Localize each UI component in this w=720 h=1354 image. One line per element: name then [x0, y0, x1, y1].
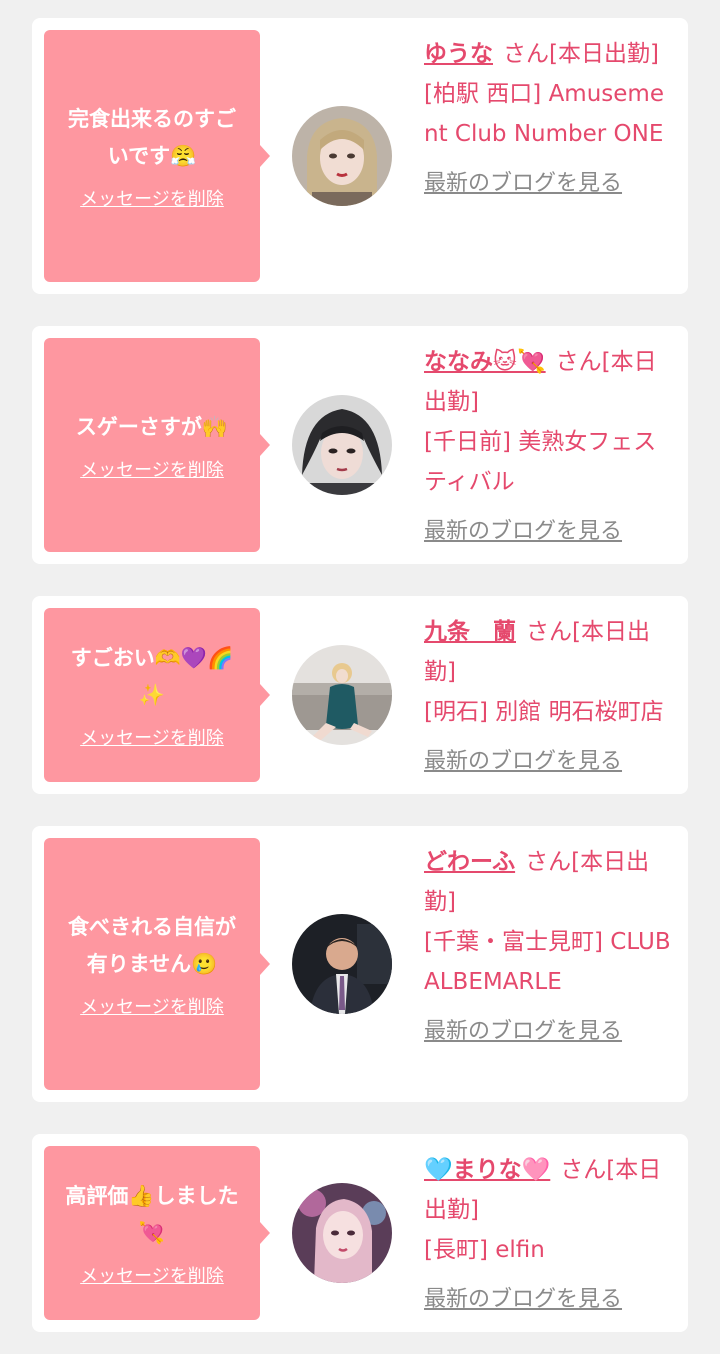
shop-name: [千葉・富士見町] CLUB ALBEMARLE [424, 929, 671, 995]
woman-dark-hair-photo-icon [292, 395, 392, 495]
shop-name: [千日前] 美熟女フェスティバル [424, 429, 657, 495]
delete-message-link[interactable]: メッセージを削除 [80, 993, 224, 1019]
sender-info: ゆうな さん[本日出勤] [柏駅 西口] Amusement Club Numbe… [424, 34, 676, 200]
message-card: スゲーさすが🙌 メッセージを削除 ななみ🐱💘 さん[本日出勤] [千日前] 美熟女… [32, 326, 688, 564]
man-suit-photo-icon [292, 914, 392, 1014]
message-bubble: 完食出来るのすごいです😤 メッセージを削除 [44, 30, 270, 282]
woman-sofa-photo-icon [292, 645, 392, 745]
delete-message-link[interactable]: メッセージを削除 [80, 724, 224, 750]
latest-blog-link[interactable]: 最新のブログを見る [424, 168, 622, 200]
sender-info: どわーふ さん[本日出勤] [千葉・富士見町] CLUB ALBEMARLE 最新… [424, 842, 676, 1048]
sender-name-link[interactable]: ななみ🐱💘 [424, 349, 546, 375]
message-text: 高評価👍しました💘 [65, 1184, 239, 1245]
delete-message-link[interactable]: メッセージを削除 [80, 185, 224, 211]
latest-blog-link[interactable]: 最新のブログを見る [424, 746, 622, 778]
shop-name: [明石] 別館 明石桜町店 [424, 699, 664, 725]
message-bubble: 食べきれる自信が有りません🥲 メッセージを削除 [44, 838, 270, 1090]
sender-name-link[interactable]: 九条 蘭 [424, 619, 516, 645]
sender-name-link[interactable]: どわーふ [424, 849, 515, 875]
sender-info: ななみ🐱💘 さん[本日出勤] [千日前] 美熟女フェスティバル 最新のブログを見る [424, 342, 676, 548]
sender-info: 九条 蘭さん[本日出勤] [明石] 別館 明石桜町店 最新のブログを見る [424, 612, 676, 778]
message-card: 完食出来るのすごいです😤 メッセージを削除 ゆうな さん[本日出勤] [柏駅 西口… [32, 18, 688, 294]
message-text: すごおい🫶💜🌈✨ [70, 646, 234, 707]
avatar[interactable] [292, 914, 392, 1014]
message-card: すごおい🫶💜🌈✨ メッセージを削除 九条 蘭さん[本日出勤] [明石] 別館 明… [32, 596, 688, 794]
message-text: 食べきれる自信が有りません🥲 [68, 915, 236, 976]
shop-name: [長町] elfin [424, 1237, 545, 1263]
message-bubble: すごおい🫶💜🌈✨ メッセージを削除 [44, 608, 270, 782]
latest-blog-link[interactable]: 最新のブログを見る [424, 1016, 622, 1048]
message-bubble: 高評価👍しました💘 メッセージを削除 [44, 1146, 270, 1320]
avatar[interactable] [292, 395, 392, 495]
avatar[interactable] [292, 645, 392, 745]
woman-pink-light-photo-icon [292, 1183, 392, 1283]
attendance-status: さん[本日出勤] [503, 41, 659, 67]
message-bubble: スゲーさすが🙌 メッセージを削除 [44, 338, 270, 552]
message-text: 完食出来るのすごいです😤 [68, 107, 236, 168]
sender-name-link[interactable]: ゆうな [424, 41, 493, 67]
message-text: スゲーさすが🙌 [75, 414, 229, 439]
shop-name: [柏駅 西口] Amusement Club Number ONE [424, 81, 664, 147]
avatar[interactable] [292, 1183, 392, 1283]
avatar[interactable] [292, 106, 392, 206]
sender-name-link[interactable]: 🩵まりな🩷 [424, 1157, 550, 1183]
delete-message-link[interactable]: メッセージを削除 [80, 456, 224, 482]
latest-blog-link[interactable]: 最新のブログを見る [424, 1284, 622, 1316]
latest-blog-link[interactable]: 最新のブログを見る [424, 516, 622, 548]
sender-info: 🩵まりな🩷 さん[本日出勤] [長町] elfin 最新のブログを見る [424, 1150, 676, 1316]
message-card: 食べきれる自信が有りません🥲 メッセージを削除 どわーふ さん[本日出勤] [千葉… [32, 826, 688, 1102]
delete-message-link[interactable]: メッセージを削除 [80, 1262, 224, 1288]
message-card: 高評価👍しました💘 メッセージを削除 🩵まりな🩷 さん[本日出勤] [長町] el… [32, 1134, 688, 1332]
woman-blonde-photo-icon [292, 106, 392, 206]
